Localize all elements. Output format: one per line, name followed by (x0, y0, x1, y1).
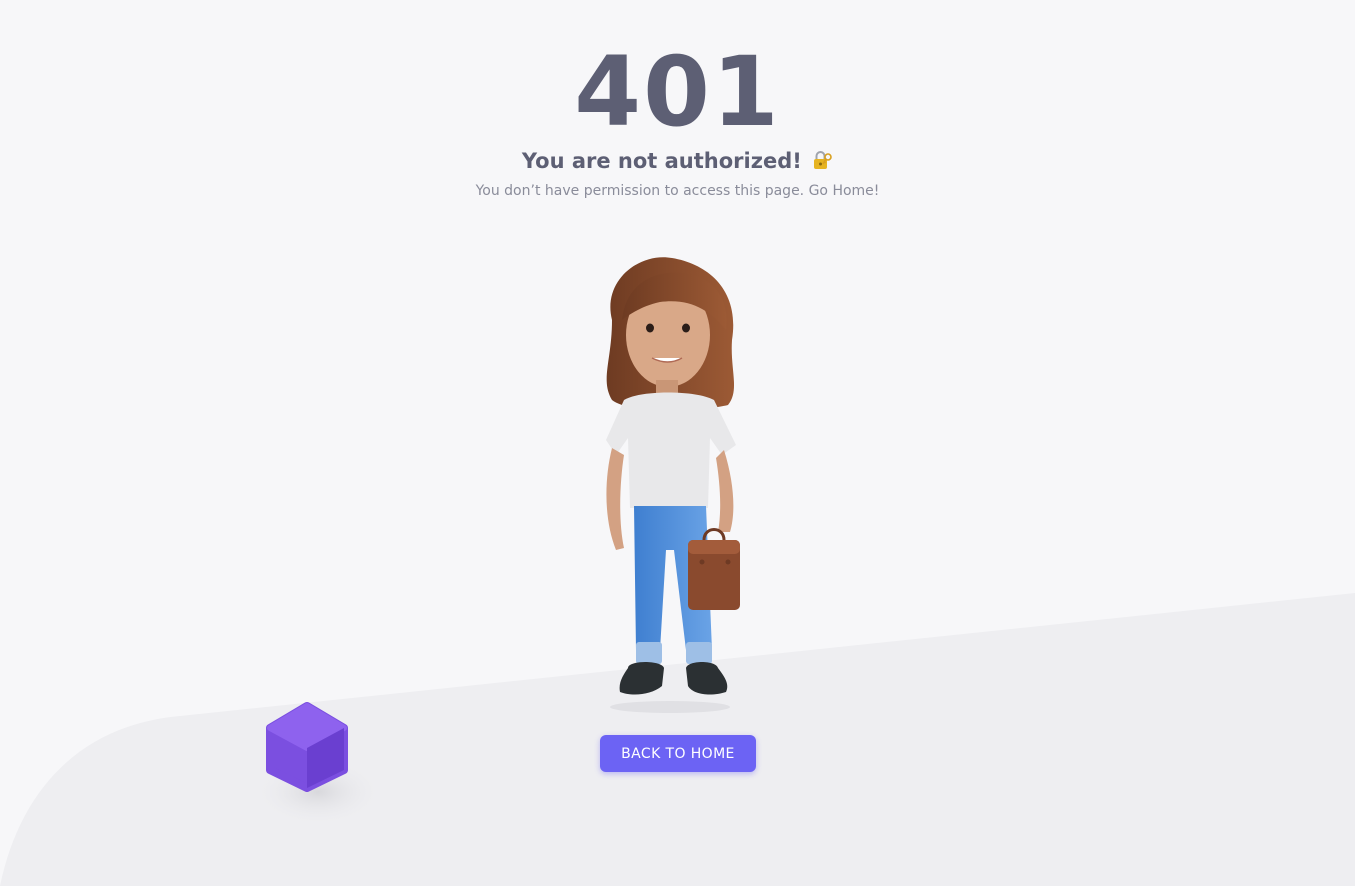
back-to-home-button[interactable]: BACK TO HOME (600, 735, 756, 772)
error-code: 401 (574, 36, 781, 148)
error-title-text: You are not authorized! (521, 149, 802, 173)
girl-with-briefcase-illustration (606, 257, 740, 713)
error-title: You are not authorized! (0, 146, 1355, 176)
lock-key-icon (814, 151, 832, 169)
purple-cube-icon (254, 702, 382, 826)
error-message: You don’t have permission to access this… (475, 183, 880, 199)
